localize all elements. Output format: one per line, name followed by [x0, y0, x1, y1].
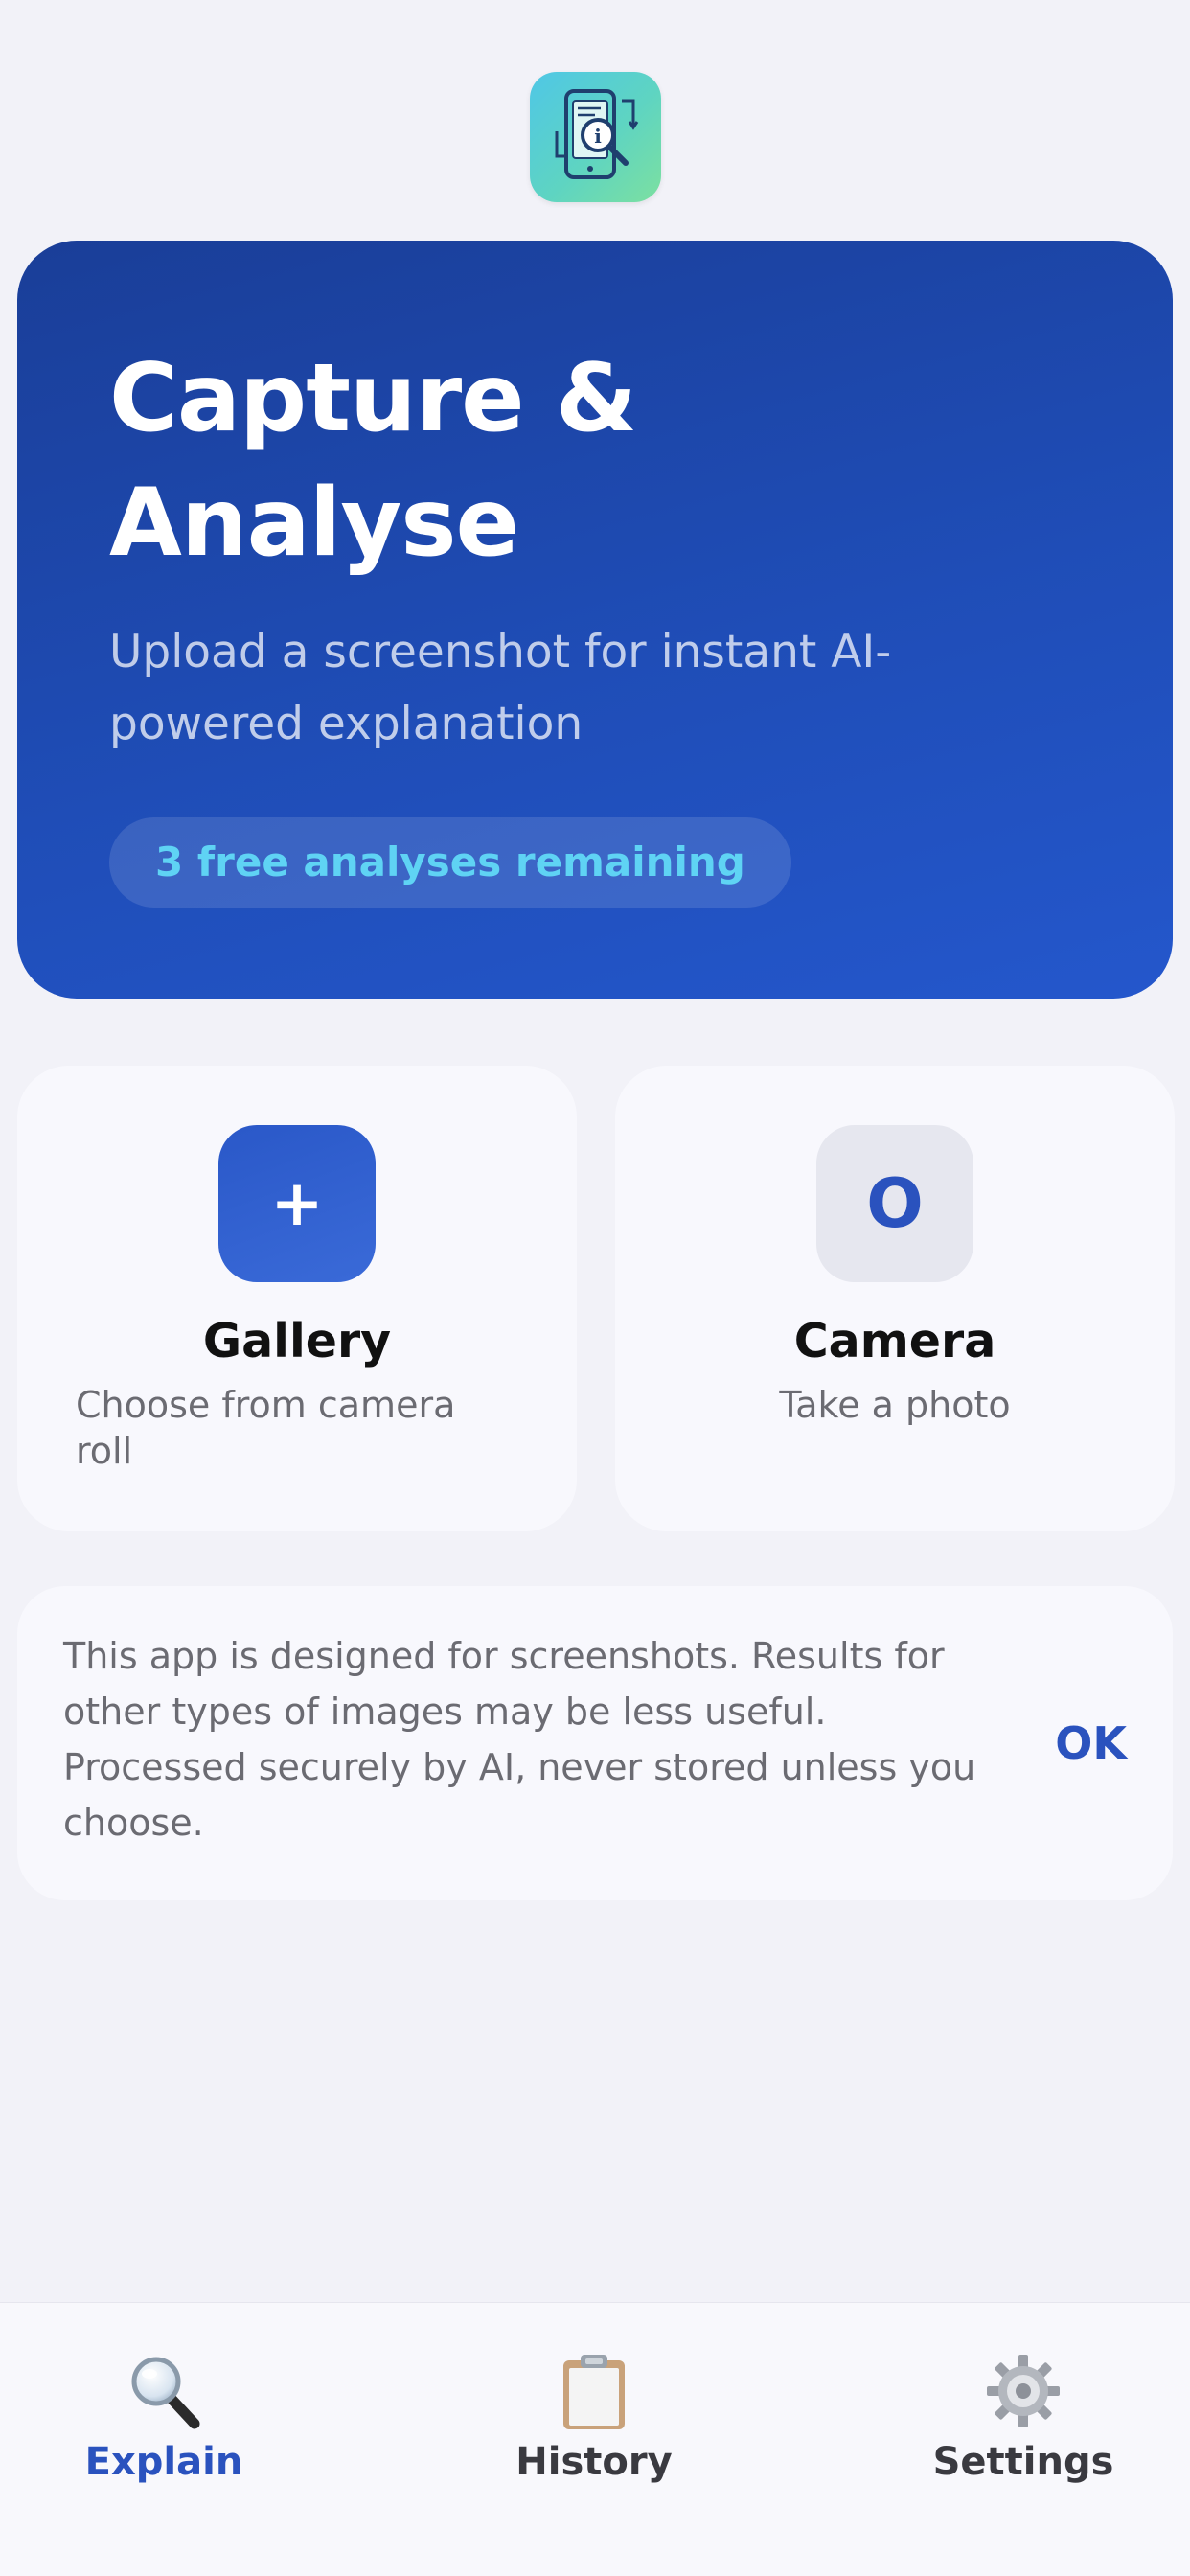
camera-title: Camera [793, 1314, 996, 1368]
magnifier-icon [124, 2351, 204, 2431]
app-logo-icon: i [530, 72, 661, 202]
tab-explain-label: Explain [84, 2440, 243, 2484]
camera-subtitle: Take a photo [779, 1384, 1011, 1426]
notice-ok-button[interactable]: OK [1055, 1714, 1127, 1772]
gallery-title: Gallery [202, 1314, 392, 1368]
hero-subtitle: Upload a screenshot for instant AI-power… [109, 626, 892, 750]
screen: i Capture & Analyse Upload a screenshot … [0, 0, 1190, 2576]
free-analyses-badge: 3 free analyses remaining [109, 817, 791, 908]
gallery-subtitle: Choose from camera roll [76, 1384, 456, 1472]
camera-icon: O [816, 1125, 973, 1282]
hero-title: Capture & Analyse [109, 344, 637, 578]
gear-icon [983, 2351, 1064, 2431]
tab-history-label: History [515, 2440, 673, 2484]
tab-explain[interactable]: Explain [20, 2351, 308, 2504]
plus-icon: + [218, 1125, 376, 1282]
clipboard-icon [554, 2351, 634, 2431]
screenshot-notice: This app is designed for screenshots. Re… [17, 1586, 1173, 1900]
camera-button[interactable]: O Camera Take a photo [615, 1066, 1175, 1531]
hero-banner: Capture & Analyse Upload a screenshot fo… [17, 241, 1173, 999]
svg-text:i: i [594, 125, 602, 148]
tab-settings[interactable]: Settings [880, 2351, 1167, 2504]
gallery-button[interactable]: + Gallery Choose from camera roll [17, 1066, 577, 1531]
tab-settings-label: Settings [932, 2440, 1114, 2484]
notice-text: This app is designed for screenshots. Re… [63, 1635, 976, 1844]
tab-bar: Explain History Settings [0, 2302, 1190, 2576]
tab-history[interactable]: History [450, 2351, 738, 2504]
